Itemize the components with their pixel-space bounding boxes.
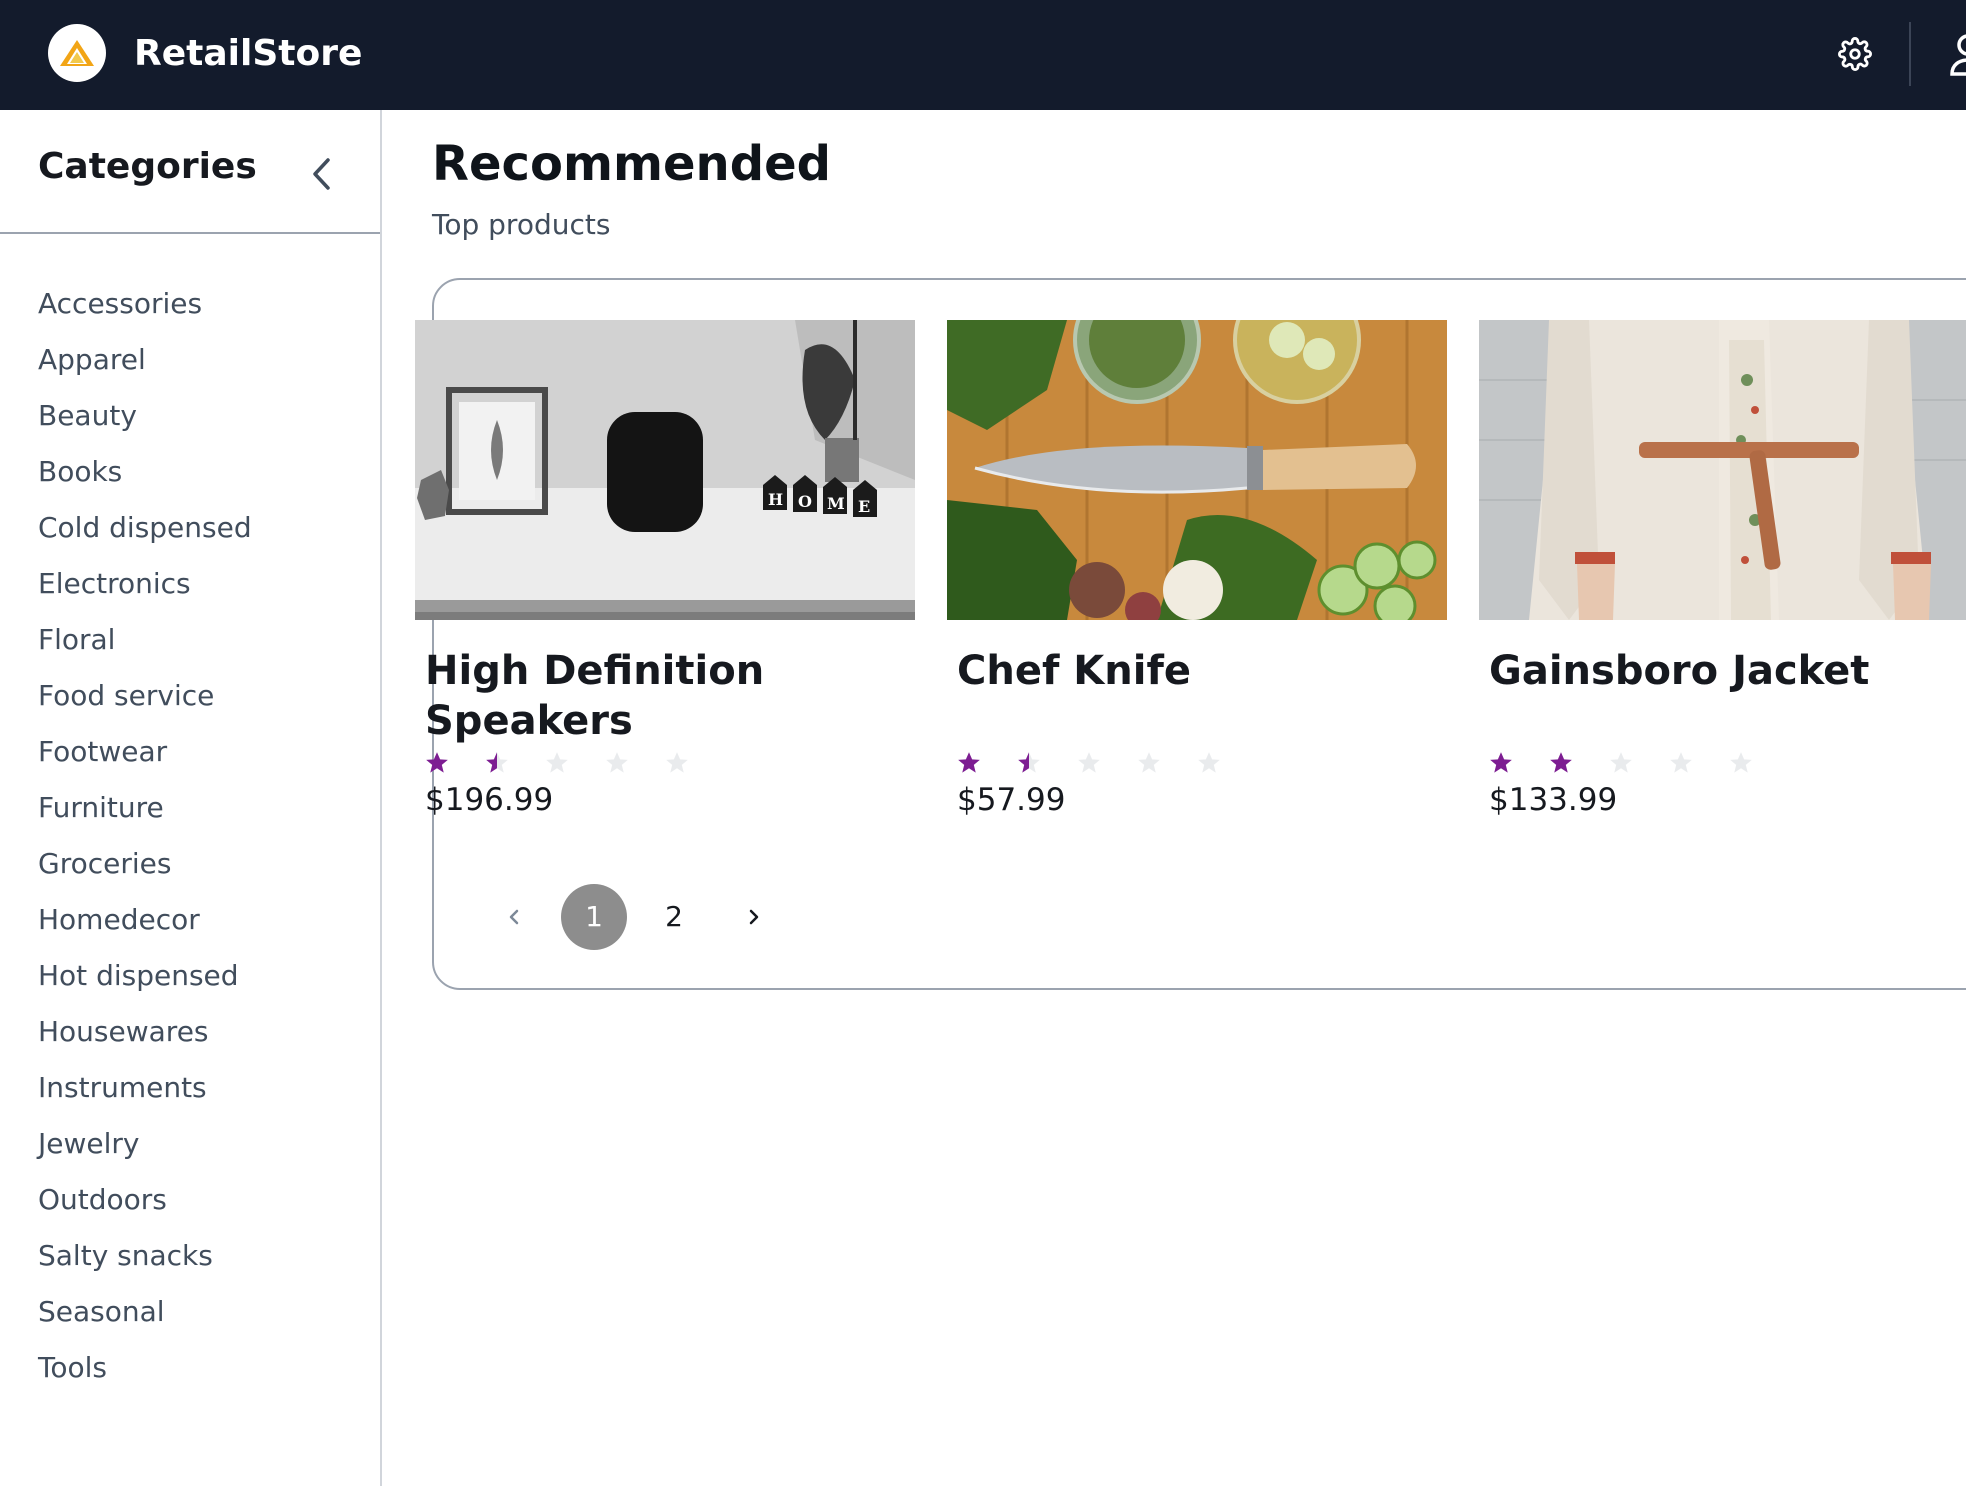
sidebar-item-electronics[interactable]: Electronics — [38, 556, 252, 612]
star-empty-icon — [605, 748, 665, 778]
product-card[interactable]: Gainsboro Jacket $133.99 — [1479, 320, 1966, 818]
page-1-button[interactable]: 1 — [561, 884, 627, 950]
sidebar-item-jewelry[interactable]: Jewelry — [38, 1116, 252, 1172]
product-price: $133.99 — [1489, 782, 1618, 818]
product-image-jacket[interactable] — [1479, 320, 1966, 620]
sidebar-item-beauty[interactable]: Beauty — [38, 388, 252, 444]
star-half-icon — [485, 748, 545, 778]
star-empty-icon — [1669, 748, 1729, 778]
settings-button[interactable] — [1836, 35, 1874, 73]
star-filled-icon — [1489, 748, 1549, 778]
product-card[interactable]: Chef Knife $57.99 — [947, 320, 1447, 818]
chevron-left-icon — [313, 158, 330, 190]
star-empty-icon — [1197, 748, 1257, 778]
sidebar-item-tools[interactable]: Tools — [38, 1340, 252, 1396]
sidebar-item-furniture[interactable]: Furniture — [38, 780, 252, 836]
sidebar-item-hot-dispensed[interactable]: Hot dispensed — [38, 948, 252, 1004]
product-name[interactable]: Gainsboro Jacket — [1489, 646, 1959, 696]
chevron-left-icon — [509, 909, 519, 925]
sidebar-item-accessories[interactable]: Accessories — [38, 276, 252, 332]
sidebar-item-housewares[interactable]: Housewares — [38, 1004, 252, 1060]
star-empty-icon — [1729, 748, 1789, 778]
svg-text:E: E — [858, 497, 870, 516]
product-rating — [1489, 748, 1789, 778]
gear-icon — [1838, 37, 1872, 71]
star-filled-icon — [1549, 748, 1609, 778]
brand-name[interactable]: RetailStore — [134, 28, 362, 80]
sidebar-item-food-service[interactable]: Food service — [38, 668, 252, 724]
star-empty-icon — [1077, 748, 1137, 778]
chevron-right-icon — [749, 909, 759, 925]
star-empty-icon — [1137, 748, 1197, 778]
product-rating — [957, 748, 1257, 778]
star-filled-icon — [425, 748, 485, 778]
product-rating — [425, 748, 725, 778]
next-page-button[interactable] — [734, 884, 774, 950]
product-card[interactable]: H O M E High Definition Speakers $196.99 — [415, 320, 915, 818]
product-image-chef-knife[interactable] — [947, 320, 1447, 620]
sidebar-item-salty-snacks[interactable]: Salty snacks — [38, 1228, 252, 1284]
product-price: $196.99 — [425, 782, 554, 818]
star-half-icon — [1017, 748, 1077, 778]
product-name[interactable]: Chef Knife — [957, 646, 1427, 696]
category-list: Accessories Apparel Beauty Books Cold di… — [38, 276, 252, 1396]
product-name[interactable]: High Definition Speakers — [425, 646, 895, 746]
previous-page-button[interactable] — [494, 884, 534, 950]
top-navigation-bar: RetailStore — [0, 0, 1966, 110]
product-image-speakers[interactable]: H O M E — [415, 320, 915, 620]
collapse-sidebar-button[interactable] — [304, 154, 340, 194]
sidebar-item-floral[interactable]: Floral — [38, 612, 252, 668]
user-menu-button[interactable] — [1948, 32, 1966, 76]
sidebar-item-groceries[interactable]: Groceries — [38, 836, 252, 892]
brand-logo[interactable] — [48, 24, 106, 82]
sidebar-header: Categories — [0, 110, 380, 234]
sidebar-item-books[interactable]: Books — [38, 444, 252, 500]
svg-text:O: O — [798, 492, 812, 511]
sidebar-item-homedecor[interactable]: Homedecor — [38, 892, 252, 948]
category-sidebar: Categories Accessories Apparel Beauty Bo… — [0, 110, 382, 1486]
sidebar-title: Categories — [38, 146, 257, 187]
page-title: Recommended — [432, 136, 831, 192]
sidebar-item-instruments[interactable]: Instruments — [38, 1060, 252, 1116]
header-divider — [1909, 22, 1911, 86]
sidebar-item-cold-dispensed[interactable]: Cold dispensed — [38, 500, 252, 556]
star-empty-icon — [545, 748, 605, 778]
star-empty-icon — [1609, 748, 1669, 778]
sidebar-item-apparel[interactable]: Apparel — [38, 332, 252, 388]
svg-text:H: H — [768, 490, 783, 509]
user-icon — [1950, 34, 1966, 76]
sidebar-item-seasonal[interactable]: Seasonal — [38, 1284, 252, 1340]
page-subtitle: Top products — [432, 208, 611, 241]
star-filled-icon — [957, 748, 1017, 778]
sidebar-item-outdoors[interactable]: Outdoors — [38, 1172, 252, 1228]
triangle-logo-icon — [60, 40, 94, 66]
product-price: $57.99 — [957, 782, 1066, 818]
star-empty-icon — [665, 748, 725, 778]
page-2-button[interactable]: 2 — [654, 884, 694, 950]
svg-text:M: M — [827, 494, 845, 513]
sidebar-item-footwear[interactable]: Footwear — [38, 724, 252, 780]
